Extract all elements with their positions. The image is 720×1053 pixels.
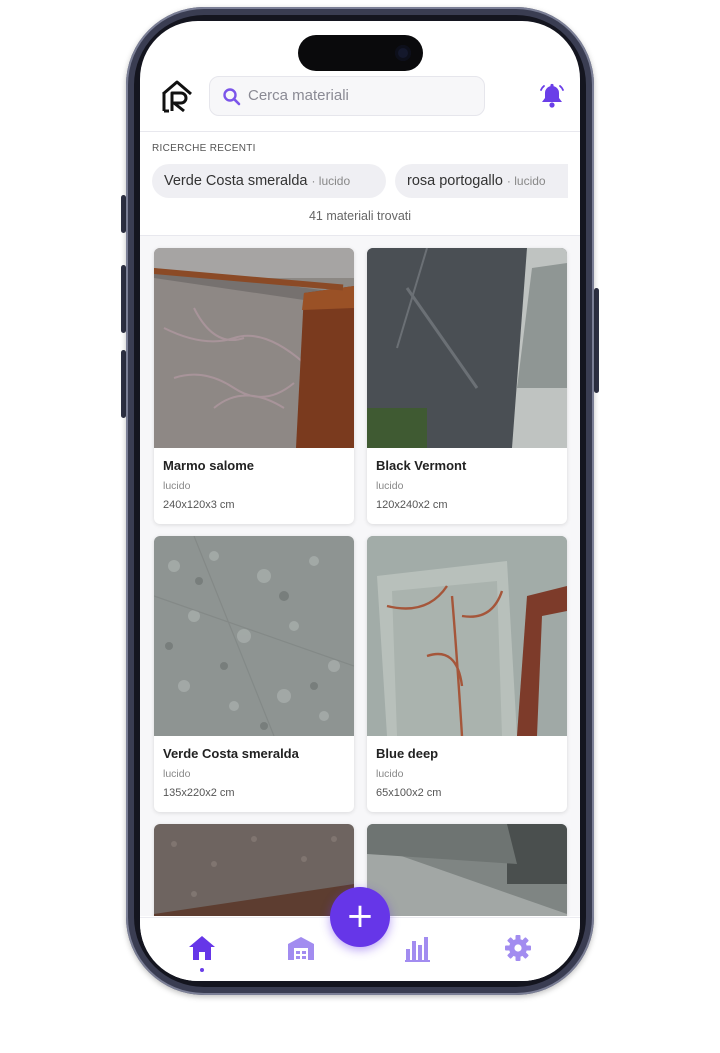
recent-chip[interactable]: Verde Costa smeralda · lucido bbox=[152, 164, 386, 198]
chip-label: Verde Costa smeralda bbox=[164, 173, 308, 189]
material-card[interactable]: Blue deep lucido 65x100x2 cm bbox=[367, 536, 567, 812]
search-input[interactable]: Cerca materiali bbox=[209, 76, 485, 116]
chart-icon[interactable] bbox=[402, 932, 434, 964]
material-size: 135x220x2 cm bbox=[163, 787, 235, 799]
chip-finish: · lucido bbox=[311, 174, 351, 188]
material-card[interactable] bbox=[367, 824, 567, 916]
material-photo bbox=[154, 536, 354, 736]
add-material-button[interactable]: + bbox=[330, 887, 390, 947]
power-button bbox=[594, 288, 599, 393]
search-placeholder: Cerca materiali bbox=[248, 87, 349, 104]
material-photo bbox=[154, 248, 354, 448]
material-photo bbox=[367, 248, 567, 448]
warehouse-icon[interactable] bbox=[285, 932, 317, 964]
chip-finish: · lucido bbox=[506, 174, 546, 188]
search-icon bbox=[223, 88, 241, 106]
header-divider bbox=[140, 131, 580, 132]
home-icon[interactable] bbox=[186, 932, 218, 964]
material-finish: lucido bbox=[376, 768, 404, 780]
results-count: 41 materiali trovati bbox=[308, 209, 412, 223]
material-photo bbox=[367, 824, 567, 916]
plus-icon: + bbox=[345, 896, 375, 936]
top-bar: Cerca materiali bbox=[140, 76, 580, 132]
material-name: Black Vermont bbox=[376, 458, 467, 473]
material-card[interactable]: Marmo salome lucido 240x120x3 cm bbox=[154, 248, 354, 524]
material-size: 65x100x2 cm bbox=[376, 787, 442, 799]
material-photo bbox=[154, 824, 354, 916]
material-name: Marmo salome bbox=[163, 458, 255, 473]
material-finish: lucido bbox=[163, 768, 191, 780]
material-size: 240x120x3 cm bbox=[163, 499, 235, 511]
front-camera bbox=[395, 45, 411, 61]
material-card[interactable]: Verde Costa smeralda lucido 135x220x2 cm bbox=[154, 536, 354, 812]
material-finish: lucido bbox=[376, 480, 404, 492]
material-photo bbox=[367, 536, 567, 736]
material-name: Blue deep bbox=[376, 746, 439, 761]
dynamic-island bbox=[298, 35, 423, 71]
bell-icon[interactable] bbox=[538, 82, 566, 110]
gear-icon[interactable] bbox=[502, 932, 534, 964]
material-name: Verde Costa smeralda bbox=[163, 746, 299, 761]
recent-searches-list: Verde Costa smeralda · lucido rosa porto… bbox=[152, 164, 568, 200]
materials-grid: Marmo salome lucido 240x120x3 cm Black V… bbox=[140, 236, 580, 916]
chip-label: rosa portogallo bbox=[407, 173, 503, 189]
material-finish: lucido bbox=[163, 480, 191, 492]
material-card[interactable]: Black Vermont lucido 120x240x2 cm bbox=[367, 248, 567, 524]
active-indicator bbox=[200, 968, 204, 972]
recent-searches-title: RICERCHE RECENTI bbox=[152, 143, 256, 154]
recent-chip[interactable]: rosa portogallo · lucido bbox=[395, 164, 568, 198]
app-screen: Cerca materiali RICERCHE RECENTI Verde C… bbox=[140, 21, 580, 981]
material-size: 120x240x2 cm bbox=[376, 499, 448, 511]
material-card[interactable] bbox=[154, 824, 354, 916]
logo-icon[interactable] bbox=[160, 79, 194, 113]
